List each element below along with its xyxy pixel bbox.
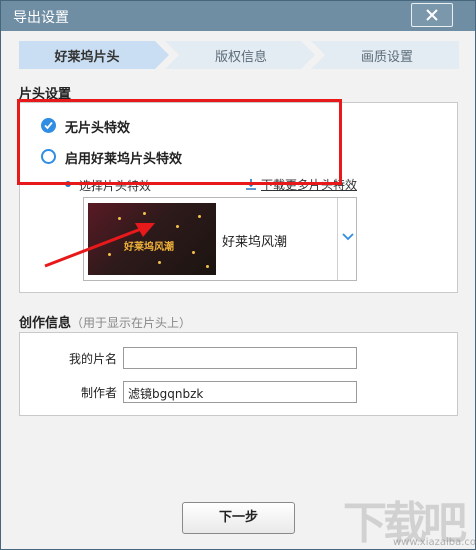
dropdown-divider	[337, 198, 338, 280]
title-row: 我的片名	[41, 347, 117, 369]
close-icon	[426, 9, 438, 21]
creation-info-label: 创作信息	[19, 316, 72, 331]
next-step-button[interactable]: 下一步	[182, 502, 295, 534]
site-watermark: 下载吧 www.xiazaiba.com	[343, 487, 476, 550]
author-label: 制作者	[80, 386, 117, 400]
title-label: 我的片名	[68, 352, 117, 366]
effect-thumbnail: 好莱坞风潮	[88, 203, 216, 275]
author-row: 制作者	[41, 381, 117, 403]
title-input[interactable]	[123, 347, 357, 369]
dialog-title: 导出设置	[13, 10, 69, 26]
title-bar[interactable]: 导出设置	[1, 1, 475, 31]
step-navigation: 好莱坞片头 版权信息 画质设置	[19, 41, 459, 69]
effect-selector-dropdown[interactable]: 好莱坞风潮 好莱坞风潮	[83, 197, 357, 281]
creation-info-panel	[19, 332, 458, 416]
step-hollywood-intro[interactable]: 好莱坞片头	[19, 41, 169, 69]
creation-info-hint: （用于显示在片头上）	[71, 316, 192, 330]
creation-info-heading: 创作信息（用于显示在片头上）	[19, 312, 191, 331]
author-input[interactable]: 滤镜bgqnbzk	[123, 381, 357, 403]
annotation-highlight-box	[17, 99, 342, 185]
chevron-down-icon[interactable]	[342, 233, 354, 241]
step-quality-settings[interactable]: 画质设置	[311, 41, 459, 69]
close-button[interactable]	[411, 3, 453, 27]
export-settings-dialog: 导出设置 好莱坞片头 版权信息 画质设置 片头设置 无片头特效 启用好莱坞片头特…	[0, 0, 476, 550]
effect-name: 好莱坞风潮	[222, 235, 288, 250]
effect-thumbnail-text: 好莱坞风潮	[124, 242, 174, 253]
watermark-url: www.xiazaiba.com	[393, 537, 476, 548]
step-copyright-info[interactable]: 版权信息	[165, 41, 315, 69]
